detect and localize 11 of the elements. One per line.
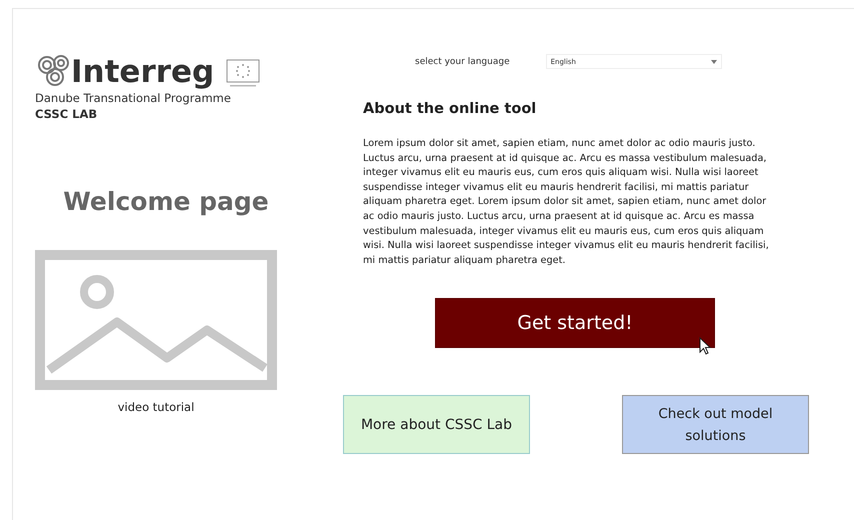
more-info-button[interactable]: More about CSSC Lab xyxy=(343,395,530,454)
section-title: About the online tool xyxy=(363,101,538,117)
page-title: Welcome page xyxy=(63,187,269,216)
logo-wordmark: Interreg xyxy=(71,55,214,89)
programme-name: Danube Transnational Programme xyxy=(35,91,232,105)
description-paragraph: Lorem ipsum dolor sit amet, sapien etiam, nunc amet dolor ac odio mauris justo. Luctus arcu, urna praesent at id quisque ac. Arcu es massa vestibulum malesuada, integer vivamus elit eu mauris eus, cum eros quis aliquam wisi. Nulla wisi laoreet suspendisse integer vivamus elit eu mauris hendrerit facilisi, mi mattis pariatur aliquam pharetra eget. Lorem ipsum dolor sit amet, sapien etiam, nunc amet dolor ac odio mauris justo. Luctus arcu, urna praesent at id quisque ac. Arcu es massa vestibulum malesuada, integer vivamus elit eu mauris eus, cum eros quis aliquam wisi. Nulla wisi laoreet suspendisse integer vivamus elit eu mauris hendrerit facilisi, mi mattis pariatur aliquam pharetra eget. xyxy=(363,137,770,268)
lab-name: CSSC LAB xyxy=(35,107,98,121)
language-label: select your language xyxy=(415,56,510,66)
get-started-button[interactable]: Get started! xyxy=(435,298,715,348)
solutions-button[interactable]: Check out model solutions xyxy=(622,395,809,454)
video-caption: video tutorial xyxy=(118,400,194,414)
